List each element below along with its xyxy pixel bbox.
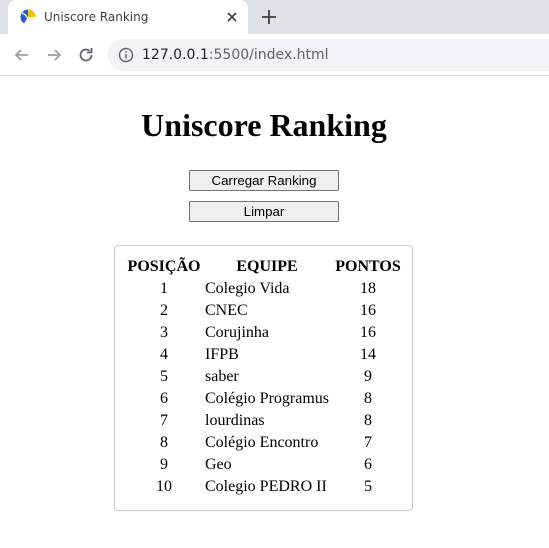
cell-position: 3 — [160, 324, 168, 341]
header-position: POSIÇÃO — [127, 258, 201, 275]
cell-team: Colegio Vida — [205, 280, 290, 297]
address-bar[interactable]: 127.0.0.1:5500/index.html — [108, 39, 549, 71]
cell-team: Colégio Programus — [205, 390, 329, 407]
cell-points: 5 — [364, 478, 372, 495]
url-path: :5500/index.html — [208, 47, 329, 63]
volleyball-favicon-icon — [20, 9, 36, 25]
cell-team: Geo — [205, 456, 232, 473]
header-team: EQUIPE — [236, 258, 298, 275]
cell-position: 7 — [160, 412, 168, 429]
load-ranking-button[interactable]: Carregar Ranking — [189, 170, 339, 191]
cell-position: 5 — [160, 368, 168, 385]
cell-position: 9 — [160, 456, 168, 473]
table-row: 7 lourdinas 8 — [125, 410, 405, 432]
cell-points: 18 — [360, 280, 376, 297]
browser-toolbar: 127.0.0.1:5500/index.html — [0, 34, 549, 76]
cell-team: lourdinas — [205, 412, 265, 429]
cell-team: CNEC — [205, 302, 248, 319]
reload-icon[interactable] — [76, 45, 96, 65]
cell-position: 6 — [160, 390, 168, 407]
url-text[interactable]: 127.0.0.1:5500/index.html — [142, 47, 329, 63]
cell-team: saber — [205, 368, 239, 385]
ranking-table: POSIÇÃO EQUIPE PONTOS 1 Colegio Vida 18 … — [125, 256, 405, 498]
cell-points: 6 — [364, 456, 372, 473]
page-content: Uniscore Ranking Carregar Ranking Limpar… — [0, 77, 549, 548]
cell-points: 8 — [364, 412, 372, 429]
table-row: 8 Colégio Encontro 7 — [125, 432, 405, 454]
cell-points: 16 — [360, 324, 376, 341]
forward-arrow-icon[interactable] — [44, 45, 64, 65]
back-arrow-icon[interactable] — [12, 45, 32, 65]
url-host: 127.0.0.1 — [142, 47, 209, 63]
cell-position: 8 — [160, 434, 168, 451]
cell-position: 1 — [160, 280, 168, 297]
page-title: Uniscore Ranking — [141, 107, 387, 143]
tab-strip: Uniscore Ranking — [0, 0, 549, 34]
new-tab-plus-icon[interactable] — [260, 8, 278, 26]
site-info-icon[interactable] — [118, 47, 134, 63]
cell-points: 14 — [360, 346, 376, 363]
cell-points: 9 — [364, 368, 372, 385]
table-row: 1 Colegio Vida 18 — [125, 278, 405, 300]
tab-title: Uniscore Ranking — [44, 10, 149, 24]
ranking-container: POSIÇÃO EQUIPE PONTOS 1 Colegio Vida 18 … — [114, 245, 413, 511]
cell-points: 7 — [364, 434, 372, 451]
browser-tab[interactable]: Uniscore Ranking — [8, 0, 248, 34]
table-row: 5 saber 9 — [125, 366, 405, 388]
cell-team: Colegio PEDRO II — [205, 478, 327, 495]
cell-points: 16 — [360, 302, 376, 319]
clear-button[interactable]: Limpar — [189, 201, 339, 222]
table-row: 4 IFPB 14 — [125, 344, 405, 366]
cell-position: 2 — [160, 302, 168, 319]
table-row: 6 Colégio Programus 8 — [125, 388, 405, 410]
cell-points: 8 — [364, 390, 372, 407]
cell-team: Colégio Encontro — [205, 434, 319, 451]
table-row: 10 Colegio PEDRO II 5 — [125, 476, 405, 498]
header-points: PONTOS — [335, 258, 401, 275]
cell-position: 4 — [160, 346, 168, 363]
table-row: 9 Geo 6 — [125, 454, 405, 476]
cell-team: IFPB — [205, 346, 239, 363]
close-tab-icon[interactable] — [224, 9, 240, 25]
cell-team: Corujinha — [205, 324, 269, 341]
cell-position: 10 — [156, 478, 172, 495]
table-row: 2 CNEC 16 — [125, 300, 405, 322]
table-row: 3 Corujinha 16 — [125, 322, 405, 344]
table-header-row: POSIÇÃO EQUIPE PONTOS — [125, 256, 405, 278]
